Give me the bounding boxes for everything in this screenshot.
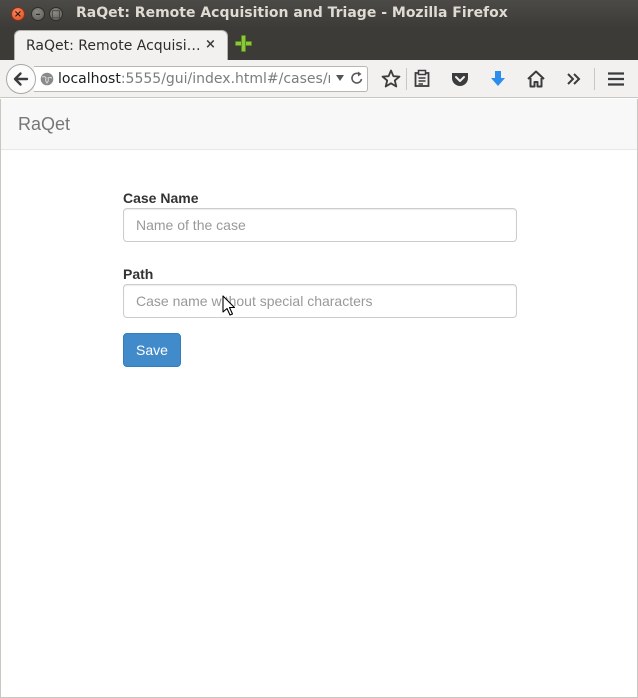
tab-close-icon[interactable]: ×: [205, 37, 216, 52]
reload-icon[interactable]: [350, 70, 364, 86]
url-dropdown-icon[interactable]: [336, 75, 344, 81]
case-name-input[interactable]: [123, 208, 517, 242]
tab-title: RaQet: Remote Acquisi…: [26, 38, 201, 54]
brand-link[interactable]: RaQet: [18, 114, 70, 135]
window-close-button[interactable]: ×: [11, 7, 25, 21]
back-button[interactable]: [6, 64, 36, 94]
url-host: localhost: [58, 71, 121, 87]
home-icon[interactable]: [525, 68, 547, 90]
menu-icon[interactable]: [605, 68, 627, 90]
navigation-toolbar: localhost:5555/gui/index.html#/cases/n: [0, 60, 638, 98]
window-maximize-button[interactable]: □: [49, 7, 63, 21]
bookmark-star-icon[interactable]: [380, 68, 402, 90]
page-content: RaQet Case Name Path Save: [0, 99, 638, 698]
back-icon: [13, 72, 29, 86]
new-tab-icon[interactable]: [235, 35, 252, 52]
pocket-icon[interactable]: [449, 68, 471, 90]
toolbar-separator: [406, 68, 407, 90]
reading-list-icon[interactable]: [411, 68, 433, 90]
window-minimize-button[interactable]: –: [31, 7, 45, 21]
path-label: Path: [123, 266, 154, 282]
app-navbar: RaQet: [1, 99, 637, 150]
url-text[interactable]: localhost:5555/gui/index.html#/cases/n: [58, 71, 330, 87]
window-titlebar: × – □ RaQet: Remote Acquisition and Tria…: [0, 0, 638, 28]
url-bar[interactable]: localhost:5555/gui/index.html#/cases/n: [34, 66, 368, 92]
save-button[interactable]: Save: [123, 333, 181, 367]
window-title: RaQet: Remote Acquisition and Triage - M…: [76, 5, 508, 21]
mouse-cursor-icon: [222, 295, 236, 316]
path-input[interactable]: [123, 284, 517, 318]
toolbar-separator: [594, 68, 595, 90]
case-name-label: Case Name: [123, 190, 199, 206]
downloads-icon[interactable]: [487, 68, 509, 90]
tab-strip: RaQet: Remote Acquisi… ×: [0, 28, 638, 60]
url-path: :5555/gui/index.html#/cases/n: [120, 71, 330, 87]
overflow-icon[interactable]: [563, 68, 585, 90]
tab-raqet[interactable]: RaQet: Remote Acquisi… ×: [14, 30, 228, 60]
globe-icon: [40, 72, 54, 86]
